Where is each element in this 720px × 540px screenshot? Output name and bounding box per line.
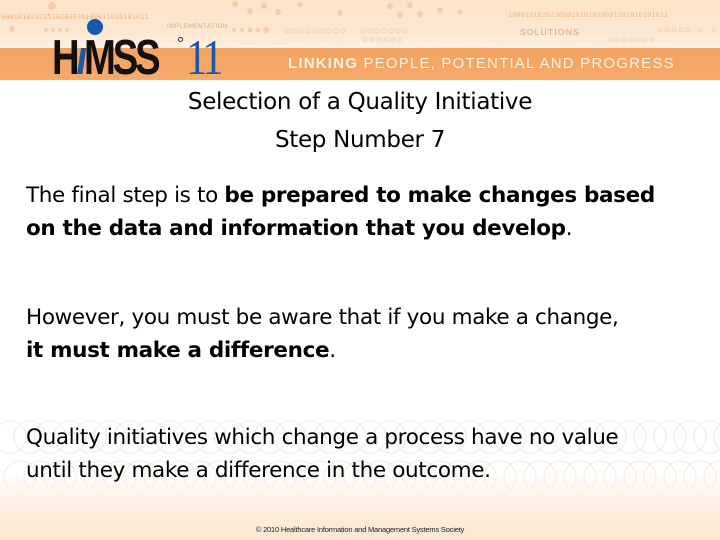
title-line-2: Step Number 7 bbox=[274, 127, 446, 153]
paragraph-1: The final step is to be prepared to make… bbox=[26, 179, 706, 245]
copyright-notice: © 2010 Healthcare Information and Manage… bbox=[255, 525, 465, 534]
solutions-label: SOLUTIONS bbox=[520, 27, 580, 37]
paragraph-3: Quality initiatives which change a proce… bbox=[26, 421, 706, 487]
text-normal: Quality initiatives which change a proce… bbox=[26, 425, 619, 450]
slide: 00010102023510203030100011010101011 1000… bbox=[0, 0, 720, 540]
himss11-logo: HıMSS 11 bbox=[52, 19, 228, 83]
paragraph-2: However, you must be aware that if you m… bbox=[26, 301, 706, 367]
slide-title: Selection of a Quality Initiative Step N… bbox=[0, 83, 720, 159]
decorative-circle bbox=[0, 420, 27, 454]
title-line-1: Selection of a Quality Initiative bbox=[187, 89, 533, 115]
logo-wordmark: HıMSS bbox=[52, 31, 161, 83]
text-normal: The final step is to bbox=[26, 183, 225, 208]
text-bold: be prepared to make changes based bbox=[224, 183, 655, 208]
tagline: LINKING PEOPLE, POTENTIAL AND PROGRESS bbox=[288, 55, 675, 72]
text-normal: However, you must be aware that if you m… bbox=[26, 305, 619, 330]
registered-mark-icon bbox=[178, 37, 183, 42]
text-normal: . bbox=[329, 338, 336, 363]
tagline-strong: LINKING bbox=[288, 55, 359, 72]
header-banner: 00010102023510203030100011010101011 1000… bbox=[0, 0, 720, 82]
binary-strip-right: 10001010202303020101010001101010101011 bbox=[508, 11, 669, 19]
text-normal: . bbox=[565, 216, 573, 241]
text-bold: on the data and information that you dev… bbox=[26, 216, 566, 241]
decorative-circle bbox=[713, 423, 720, 451]
text-bold: it must make a difference bbox=[26, 338, 330, 363]
tagline-rest: PEOPLE, POTENTIAL AND PROGRESS bbox=[358, 55, 675, 72]
text-normal: until they make a difference in the outc… bbox=[26, 458, 491, 483]
logo-edition: 11 bbox=[186, 29, 224, 82]
